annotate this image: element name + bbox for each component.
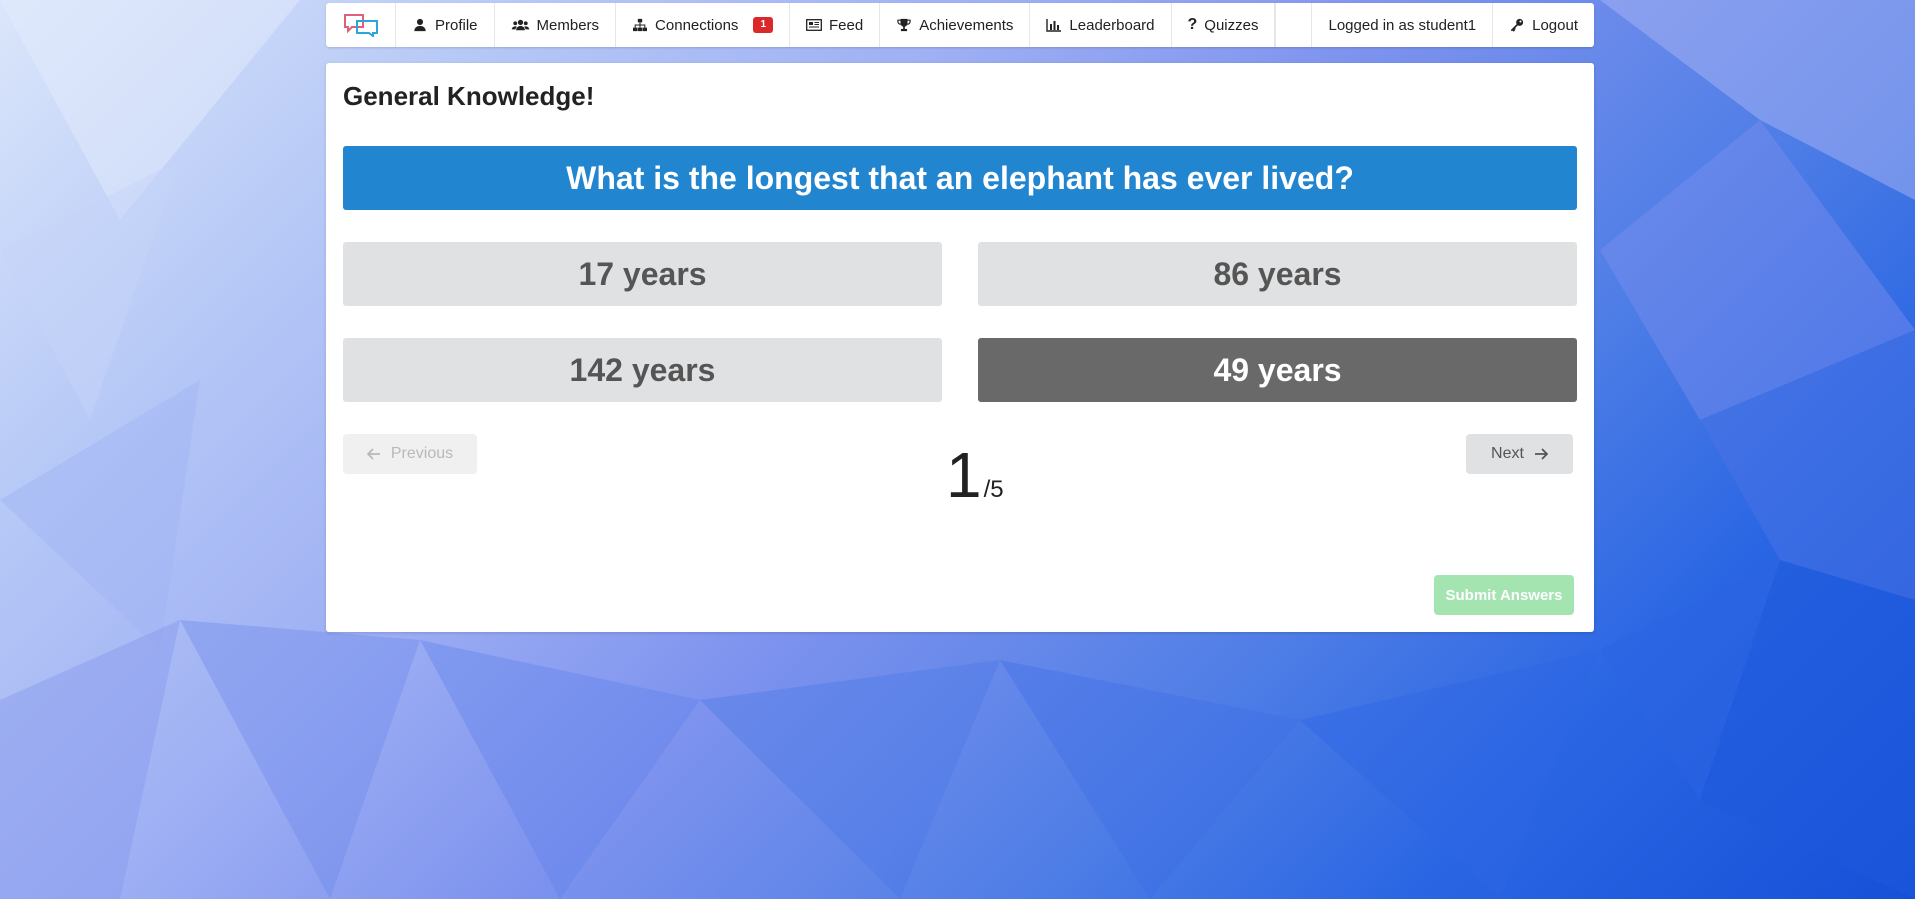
user-icon: [414, 18, 426, 32]
quiz-title: General Knowledge!: [343, 81, 595, 111]
nav-connections[interactable]: Connections 1: [616, 3, 790, 47]
chat-logo-icon: [344, 14, 378, 37]
current-question-number: 1: [946, 439, 982, 511]
nav-feed[interactable]: Feed: [790, 3, 881, 47]
users-icon: [511, 19, 529, 31]
nav-members-label: Members: [536, 16, 600, 34]
question-icon: ?: [1187, 16, 1198, 33]
newspaper-icon: [806, 19, 822, 31]
question-counter: 1 /5: [946, 443, 1004, 507]
nav-achievements[interactable]: Achievements: [880, 3, 1031, 47]
nav-profile[interactable]: Profile: [396, 3, 495, 47]
question-banner: What is the longest that an elephant has…: [343, 146, 1577, 210]
sitemap-icon: [633, 18, 648, 32]
answer-option-3[interactable]: 142 years: [343, 338, 942, 402]
nav-connections-label: Connections: [655, 16, 739, 34]
next-label: Next: [1491, 445, 1524, 462]
nav-right: Logged in as student1 Logout: [1312, 3, 1594, 47]
nav-logout[interactable]: Logout: [1493, 3, 1594, 47]
notification-badge: 1: [753, 17, 773, 33]
nav-leaderboard[interactable]: Leaderboard: [1030, 3, 1172, 47]
trophy-icon: [897, 18, 911, 32]
bar-chart-icon: [1046, 19, 1062, 32]
nav-quizzes[interactable]: ? Quizzes: [1172, 3, 1276, 47]
arrow-left-icon: [366, 448, 380, 460]
logged-in-user: Logged in as student1: [1312, 3, 1494, 47]
previous-button[interactable]: Previous: [343, 434, 477, 474]
logged-in-label: Logged in as student1: [1328, 16, 1477, 34]
previous-label: Previous: [390, 445, 454, 462]
answer-option-2[interactable]: 86 years: [978, 242, 1577, 306]
answer-option-1[interactable]: 17 years: [343, 242, 942, 306]
logout-label: Logout: [1532, 16, 1578, 34]
nav-spacer: [1275, 3, 1313, 47]
answer-option-4-selected[interactable]: 49 years: [978, 338, 1577, 402]
nav-feed-label: Feed: [829, 16, 864, 34]
nav-achievements-label: Achievements: [919, 16, 1014, 34]
logo[interactable]: [326, 3, 396, 47]
nav-profile-label: Profile: [435, 16, 478, 34]
submit-answers-button[interactable]: Submit Answers: [1434, 575, 1574, 615]
nav-quizzes-label: Quizzes: [1204, 16, 1259, 34]
nav-members[interactable]: Members: [495, 3, 617, 47]
total-questions: /5: [983, 476, 1004, 503]
top-navbar: Profile Members Connections 1 Feed Achie…: [326, 3, 1594, 47]
quiz-card: General Knowledge! What is the longest t…: [326, 63, 1594, 632]
arrow-right-icon: [1534, 448, 1548, 460]
key-icon: [1510, 18, 1524, 32]
nav-leaderboard-label: Leaderboard: [1069, 16, 1155, 34]
next-button[interactable]: Next: [1466, 434, 1573, 474]
